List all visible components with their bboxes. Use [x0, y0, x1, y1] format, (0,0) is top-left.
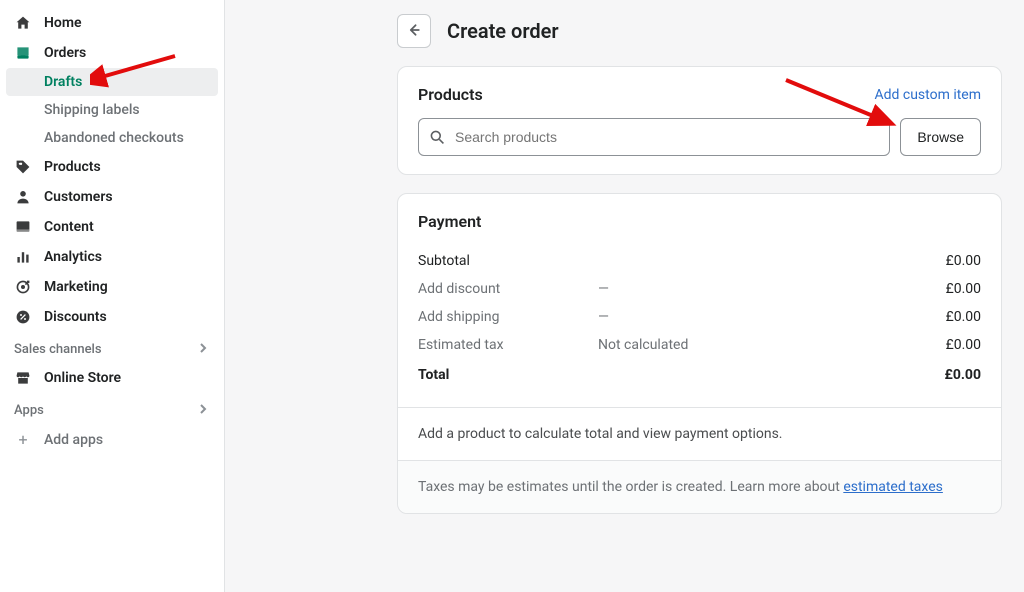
page-title: Create order [447, 19, 559, 43]
nav-customers-label: Customers [44, 189, 113, 205]
browse-button[interactable]: Browse [900, 118, 981, 156]
nav-home-label: Home [44, 15, 82, 31]
tax-note-text: Taxes may be estimates until the order i… [418, 479, 843, 495]
percent-icon [14, 308, 32, 326]
main: Create order Products Add custom item Br… [225, 0, 1024, 592]
nav-content[interactable]: Content [0, 212, 224, 242]
add-custom-item-link[interactable]: Add custom item [874, 87, 981, 103]
nav-discounts-label: Discounts [44, 309, 107, 325]
tax-note: Taxes may be estimates until the order i… [398, 460, 1001, 513]
shipping-mid: — [598, 309, 911, 325]
search-icon [429, 129, 445, 145]
nav-products[interactable]: Products [0, 152, 224, 182]
discount-mid: — [598, 281, 911, 297]
payment-row-shipping: Add shipping — £0.00 [418, 303, 981, 331]
nav-discounts[interactable]: Discounts [0, 302, 224, 332]
nav-abandoned-label: Abandoned checkouts [44, 130, 184, 146]
chevron-right-icon [198, 342, 208, 357]
nav-analytics[interactable]: Analytics [0, 242, 224, 272]
products-card: Products Add custom item Browse [397, 66, 1002, 175]
tax-label: Estimated tax [418, 337, 598, 353]
tax-value: £0.00 [911, 337, 981, 353]
sidebar: Home Orders Drafts Shipping labels Aband… [0, 0, 225, 592]
estimated-taxes-link[interactable]: estimated taxes [843, 479, 943, 495]
subtotal-label: Subtotal [418, 253, 598, 269]
payment-row-total: Total £0.00 [418, 359, 981, 389]
nav-sales-channels-label: Sales channels [14, 342, 102, 357]
subtotal-value: £0.00 [911, 253, 981, 269]
shipping-value: £0.00 [911, 309, 981, 325]
nav-marketing-label: Marketing [44, 279, 108, 295]
nav-drafts-label: Drafts [44, 74, 82, 90]
nav-add-apps[interactable]: + Add apps [0, 424, 224, 455]
total-label: Total [418, 367, 598, 383]
product-search[interactable] [418, 118, 890, 156]
nav-abandoned-checkouts[interactable]: Abandoned checkouts [0, 124, 224, 152]
total-value: £0.00 [911, 367, 981, 383]
payment-row-subtotal: Subtotal £0.00 [418, 247, 981, 275]
products-card-title: Products [418, 85, 483, 104]
nav-home[interactable]: Home [0, 8, 224, 38]
image-icon [14, 218, 32, 236]
payment-hint: Add a product to calculate total and vie… [398, 407, 1001, 460]
nav-add-apps-label: Add apps [44, 432, 103, 448]
nav-content-label: Content [44, 219, 94, 235]
nav-shipping-label: Shipping labels [44, 102, 140, 118]
nav-shipping-labels[interactable]: Shipping labels [0, 96, 224, 124]
nav-customers[interactable]: Customers [0, 182, 224, 212]
nav-orders[interactable]: Orders [0, 38, 224, 68]
plus-icon: + [14, 430, 32, 449]
home-icon [14, 14, 32, 32]
payment-row-tax: Estimated tax Not calculated £0.00 [418, 331, 981, 359]
nav-apps-label: Apps [14, 403, 44, 418]
nav-analytics-label: Analytics [44, 249, 102, 265]
nav-products-label: Products [44, 159, 101, 175]
nav-orders-label: Orders [44, 45, 86, 61]
payment-card-title: Payment [418, 212, 981, 231]
payment-card: Payment Subtotal £0.00 Add discount — £0… [397, 193, 1002, 514]
nav-drafts[interactable]: Drafts [6, 68, 218, 96]
tag-icon [14, 158, 32, 176]
inbox-icon [14, 44, 32, 62]
tax-mid: Not calculated [598, 337, 911, 353]
chevron-right-icon [198, 403, 208, 418]
nav-sales-channels[interactable]: Sales channels [0, 332, 224, 363]
add-discount-button[interactable]: Add discount [418, 281, 598, 297]
person-icon [14, 188, 32, 206]
nav-online-store-label: Online Store [44, 370, 121, 386]
chart-icon [14, 248, 32, 266]
payment-row-discount: Add discount — £0.00 [418, 275, 981, 303]
back-button[interactable] [397, 14, 431, 48]
nav-online-store[interactable]: Online Store [0, 363, 224, 393]
nav-marketing[interactable]: Marketing [0, 272, 224, 302]
target-icon [14, 278, 32, 296]
discount-value: £0.00 [911, 281, 981, 297]
product-search-input[interactable] [453, 128, 879, 146]
add-shipping-button[interactable]: Add shipping [418, 309, 598, 325]
store-icon [14, 369, 32, 387]
page-header: Create order [397, 14, 1002, 48]
nav-apps[interactable]: Apps [0, 393, 224, 424]
arrow-left-icon [406, 22, 422, 41]
